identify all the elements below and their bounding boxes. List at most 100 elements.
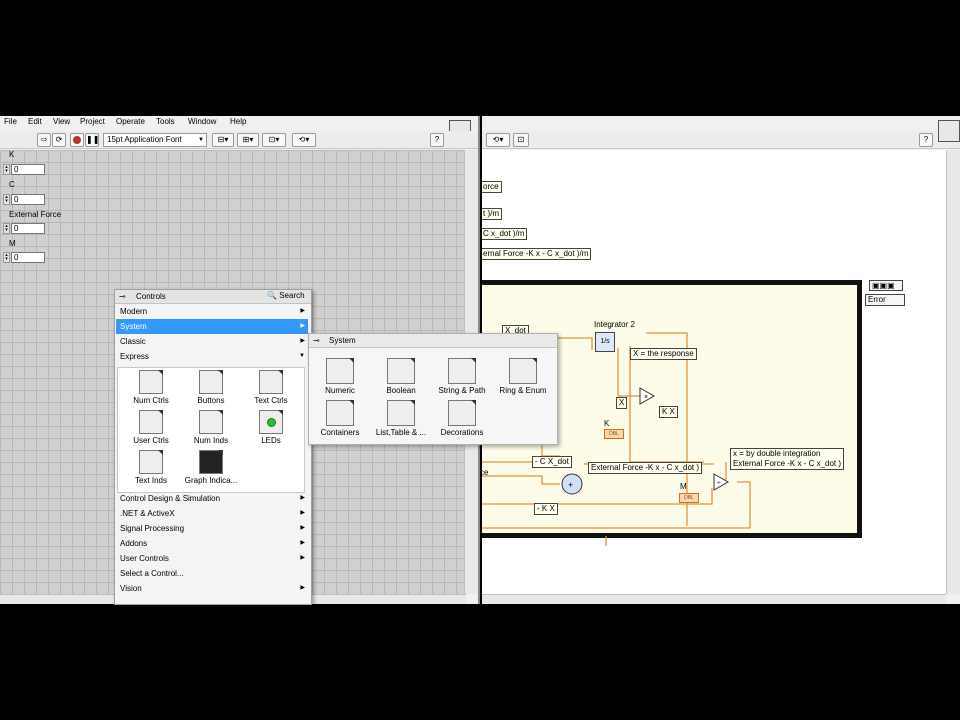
pause-icon[interactable]: ❚❚ — [85, 133, 99, 147]
system-palette-title: System — [329, 336, 356, 345]
numeric-control-external-force[interactable]: ▴ ▾ 0 — [3, 223, 45, 234]
category-addons[interactable]: Addons ▶ — [116, 536, 308, 551]
category-system[interactable]: System ▶ — [116, 319, 308, 334]
ring-enum-item[interactable]: Ring & Enum — [492, 358, 554, 395]
error-cluster-icon[interactable]: ▣▣▣ — [869, 280, 903, 291]
menu-window[interactable]: Window — [188, 117, 216, 126]
label-x[interactable]: X — [616, 397, 628, 409]
category-vision[interactable]: Vision ▶ — [116, 581, 308, 596]
leds-item[interactable]: LEDs — [240, 410, 302, 445]
text-indicator-icon — [139, 450, 163, 474]
category-net-activex[interactable]: .NET & ActiveX ▶ — [116, 506, 308, 521]
resize-objects-icon[interactable]: ⊡▾ — [262, 133, 286, 147]
value-external-force[interactable]: 0 — [11, 223, 45, 234]
vertical-scrollbar[interactable] — [946, 150, 960, 594]
horizontal-scrollbar[interactable] — [482, 594, 946, 604]
decorations-item[interactable]: Decorations — [431, 400, 493, 437]
numeric-icon — [326, 358, 354, 384]
text-ctrls-item[interactable]: Text Ctrls — [240, 370, 302, 405]
menu-edit[interactable]: Edit — [28, 117, 42, 126]
chevron-right-icon: ▶ — [300, 540, 305, 546]
run-arrow-icon[interactable]: ⇨ — [37, 133, 51, 147]
label-kx-output[interactable]: K X — [659, 406, 678, 418]
menu-file[interactable]: File — [4, 117, 17, 126]
spinner-icon[interactable]: ▴ ▾ — [3, 223, 10, 234]
spinner-icon[interactable]: ▴ ▾ — [3, 252, 10, 263]
menu-tools[interactable]: Tools — [156, 117, 175, 126]
value-c[interactable]: 0 — [11, 194, 45, 205]
vi-icon — [938, 120, 960, 142]
buttons-item[interactable]: Buttons — [180, 370, 242, 405]
distribute-objects-icon[interactable]: ⊞▾ — [237, 133, 259, 147]
containers-item[interactable]: Containers — [309, 400, 371, 437]
menu-operate[interactable]: Operate — [116, 117, 145, 126]
cleanup-icon[interactable]: ⊡ — [513, 133, 529, 147]
error-indicator[interactable]: Error — [865, 294, 905, 306]
category-classic[interactable]: Classic ▶ — [116, 334, 308, 349]
category-signal-processing[interactable]: Signal Processing ▶ — [116, 521, 308, 536]
boolean-item[interactable]: Boolean — [370, 358, 432, 395]
menu-view[interactable]: View — [53, 117, 70, 126]
value-k[interactable]: 0 — [11, 164, 45, 175]
abort-icon[interactable] — [70, 133, 84, 147]
align-objects-icon[interactable]: ⊟▾ — [212, 133, 234, 147]
category-user-controls[interactable]: User Controls ▶ — [116, 551, 308, 566]
category-express[interactable]: Express ▼ — [116, 349, 308, 364]
label-cxdot-fragment[interactable]: C x_dot )/m — [482, 228, 528, 240]
pin-icon[interactable]: ⊸ — [119, 292, 126, 301]
bd-toolbar: ⟲▾ ⊡ ? — [482, 131, 960, 149]
font-selector[interactable]: 15pt Application Font ▼ — [103, 133, 207, 147]
label-neg-kx[interactable]: - K X — [534, 503, 558, 515]
label-force-fragment[interactable]: orce — [482, 181, 502, 193]
control-label-k: K — [9, 150, 15, 159]
chevron-right-icon: ▶ — [300, 525, 305, 531]
numeric-control-m[interactable]: ▴ ▾ 0 — [3, 252, 45, 263]
numeric-control-c[interactable]: ▴ ▾ 0 — [3, 194, 45, 205]
graph-indicators-item[interactable]: Graph Indica... — [180, 450, 242, 485]
category-control-design-simulation[interactable]: Control Design & Simulation ▶ — [116, 491, 308, 506]
category-modern[interactable]: Modern ▶ — [116, 304, 308, 319]
spinner-icon[interactable]: ▴ ▾ — [3, 194, 10, 205]
spinner-icon[interactable]: ▴ ▾ — [3, 164, 10, 175]
chevron-right-icon: ▶ — [300, 495, 305, 501]
list-table-item[interactable]: List,Table & ... — [370, 400, 432, 437]
label-external-force-m[interactable]: ernal Force -K x - C x_dot )/m — [482, 248, 592, 260]
search-button[interactable]: 🔍 Search — [267, 291, 305, 300]
help-icon[interactable]: ? — [919, 133, 933, 147]
reorder-icon[interactable]: ⟲▾ — [486, 133, 510, 147]
control-label-external-force: External Force — [9, 210, 62, 219]
knob-icon — [139, 370, 163, 394]
numeric-item[interactable]: Numeric — [309, 358, 371, 395]
user-ctrls-item[interactable]: User Ctrls — [120, 410, 182, 445]
label-double-integration[interactable]: x = by double integration External Force … — [730, 448, 845, 470]
chevron-right-icon: ▶ — [300, 323, 305, 329]
label-ratio-fragment[interactable]: t )/m — [482, 208, 502, 220]
numeric-control-k[interactable]: ▴ ▾ 0 — [3, 164, 45, 175]
text-inds-item[interactable]: Text Inds — [120, 450, 182, 485]
label-external-force-full[interactable]: External Force -K x - C x_dot ) — [588, 462, 703, 474]
category-select-a-control[interactable]: Select a Control... — [116, 566, 308, 581]
svg-text:÷: ÷ — [717, 480, 721, 487]
express-icon-grid: Num Ctrls Buttons Text Ctrls User Ctrls … — [117, 367, 305, 493]
num-inds-item[interactable]: Num Inds — [180, 410, 242, 445]
text-box-icon — [259, 370, 283, 394]
search-icon: 🔍 — [267, 291, 277, 300]
run-continuously-icon[interactable]: ⟳ — [52, 133, 66, 147]
reorder-icon[interactable]: ⟲▾ — [292, 133, 316, 147]
menu-help[interactable]: Help — [230, 117, 246, 126]
string-path-item[interactable]: String & Path — [431, 358, 493, 395]
label-x-response[interactable]: X = the response — [630, 348, 697, 360]
integrator-icon[interactable]: 1/s — [595, 332, 615, 352]
gauge-icon — [199, 410, 223, 434]
constant-k[interactable]: DBL — [604, 429, 624, 439]
num-ctrls-item[interactable]: Num Ctrls — [120, 370, 182, 405]
label-neg-c-xdot[interactable]: - C X_dot — [532, 456, 572, 468]
menu-project[interactable]: Project — [80, 117, 105, 126]
help-icon[interactable]: ? — [430, 133, 444, 147]
palette-title: Controls — [136, 292, 166, 301]
pin-icon[interactable]: ⊸ — [313, 336, 320, 345]
graph-icon — [199, 450, 223, 474]
constant-m[interactable]: DBL — [679, 493, 699, 503]
toggle-switch-icon — [199, 370, 223, 394]
value-m[interactable]: 0 — [11, 252, 45, 263]
